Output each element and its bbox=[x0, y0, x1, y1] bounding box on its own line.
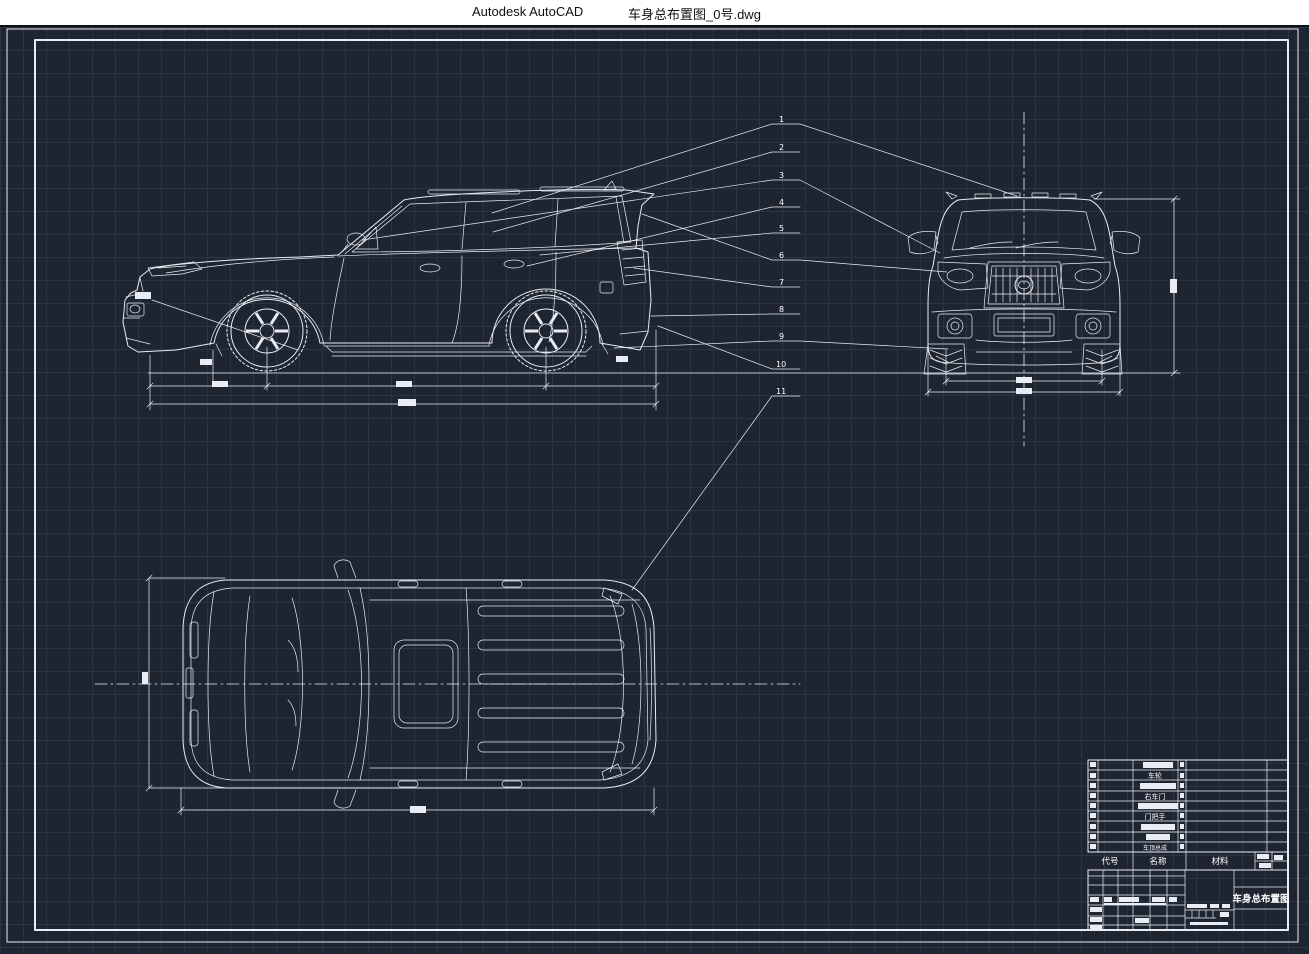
drawing-frame bbox=[7, 29, 1298, 942]
leader-label-5: 5 bbox=[779, 224, 784, 233]
leader-label-2: 2 bbox=[779, 143, 784, 152]
leader-callouts: 1 2 3 4 5 6 7 8 9 10 11 bbox=[362, 115, 1017, 590]
leader-label-7: 7 bbox=[779, 278, 784, 287]
front-view bbox=[908, 112, 1140, 446]
header-name: 名称 bbox=[1149, 856, 1167, 867]
leader-2: 2 bbox=[493, 143, 800, 232]
app-title: Autodesk AutoCAD bbox=[472, 4, 583, 19]
part-name-roof-assembly: 车顶总成 bbox=[1143, 844, 1167, 852]
leader-3: 3 bbox=[362, 171, 940, 253]
part-name-door-handle: 门把手 bbox=[1145, 812, 1166, 821]
side-view bbox=[123, 181, 654, 371]
leader-label-6: 6 bbox=[779, 251, 784, 260]
leader-label-3: 3 bbox=[779, 171, 784, 180]
document-tab-title: 车身总布置图_0号.dwg bbox=[628, 4, 761, 23]
leader-1: 1 bbox=[492, 115, 1017, 213]
leader-9: 9 bbox=[614, 332, 948, 349]
header-material: 材料 bbox=[1211, 856, 1229, 867]
part-name-wheel: 车轮 bbox=[1148, 771, 1162, 780]
part-name-right-door: 右车门 bbox=[1145, 792, 1166, 801]
leader-5: 5 bbox=[540, 224, 800, 255]
title-block: 车轮 右车门 门把手 车顶总成 代号 名称 材料 车身总布置图 bbox=[1088, 760, 1290, 930]
drawing-title: 车身总布置图 bbox=[1232, 893, 1289, 905]
leader-label-4: 4 bbox=[779, 198, 784, 207]
leader-label-9: 9 bbox=[779, 332, 784, 341]
window-titlebar: Autodesk AutoCAD 车身总布置图_0号.dwg bbox=[0, 0, 1309, 25]
leader-label-1: 1 bbox=[779, 115, 784, 124]
leader-6: 6 bbox=[642, 214, 947, 272]
header-code: 代号 bbox=[1101, 856, 1118, 867]
leader-8: 8 bbox=[651, 305, 800, 316]
leader-label-11: 11 bbox=[776, 387, 786, 396]
drawing-svg: 1 2 3 4 5 6 7 8 9 10 11 车轮 右车门 门把手 车顶总成 bbox=[0, 27, 1309, 952]
leader-4: 4 bbox=[527, 198, 800, 266]
drawing-canvas[interactable]: 1 2 3 4 5 6 7 8 9 10 11 车轮 右车门 门把手 车顶总成 bbox=[0, 25, 1309, 954]
leader-label-8: 8 bbox=[779, 305, 784, 314]
top-view bbox=[95, 560, 800, 808]
leader-label-10: 10 bbox=[776, 360, 786, 369]
leader-7: 7 bbox=[634, 268, 800, 287]
leader-11: 11 bbox=[632, 387, 800, 590]
